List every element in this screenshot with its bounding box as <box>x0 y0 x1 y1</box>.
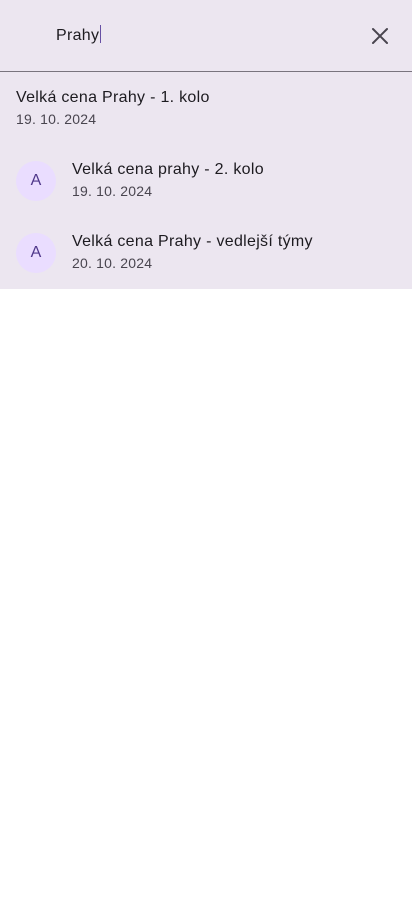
search-results-panel: Prahy Velká cena Prahy - 1. kolo 19. 10.… <box>0 0 412 289</box>
close-icon <box>372 28 388 44</box>
result-title: Velká cena Prahy - vedlejší týmy <box>72 233 313 250</box>
avatar: A <box>16 233 56 273</box>
clear-search-button[interactable] <box>360 16 400 56</box>
search-query-text: Prahy <box>56 27 100 44</box>
avatar: A <box>16 161 56 201</box>
result-date: 20. 10. 2024 <box>72 255 153 271</box>
result-date: 19. 10. 2024 <box>16 111 97 127</box>
search-result-item[interactable]: A Velká cena Prahy - vedlejší týmy 20. 1… <box>0 217 412 289</box>
result-date: 19. 10. 2024 <box>72 183 153 199</box>
search-result-item[interactable]: A Velká cena prahy - 2. kolo 19. 10. 202… <box>0 145 412 217</box>
search-bar: Prahy <box>0 0 412 72</box>
text-caret <box>100 25 102 43</box>
result-title: Velká cena prahy - 2. kolo <box>72 161 264 178</box>
search-input[interactable]: Prahy <box>56 24 102 48</box>
result-title: Velká cena Prahy - 1. kolo <box>16 89 210 106</box>
